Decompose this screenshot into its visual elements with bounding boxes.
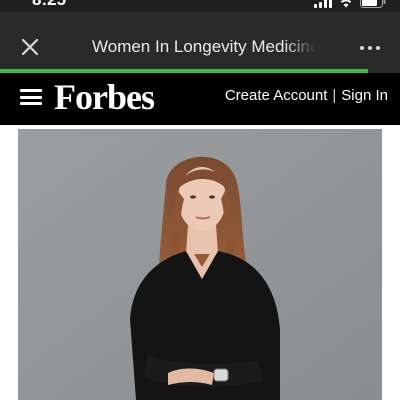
forbes-logo[interactable]: Forbes [54, 75, 155, 119]
browser-top-bar: Women In Longevity Medicine [0, 12, 400, 70]
forbes-header: Forbes Create Account | Sign In [0, 73, 400, 125]
account-links: Create Account | Sign In [225, 87, 388, 104]
hero-image [18, 129, 382, 400]
close-icon[interactable] [19, 36, 41, 58]
status-time: 8:25 [32, 0, 66, 9]
status-bar: 8:25 [0, 0, 400, 12]
battery-icon [360, 0, 386, 8]
link-separator: | [332, 87, 337, 104]
status-icons [314, 0, 386, 8]
more-icon[interactable] [360, 46, 380, 50]
page-title: Women In Longevity Medicine [92, 37, 316, 56]
sign-in-link[interactable]: Sign In [341, 87, 388, 104]
signal-icon [314, 0, 332, 8]
wifi-icon [338, 0, 354, 8]
menu-icon[interactable] [20, 89, 42, 105]
create-account-link[interactable]: Create Account [225, 87, 328, 104]
article-content [0, 125, 400, 400]
